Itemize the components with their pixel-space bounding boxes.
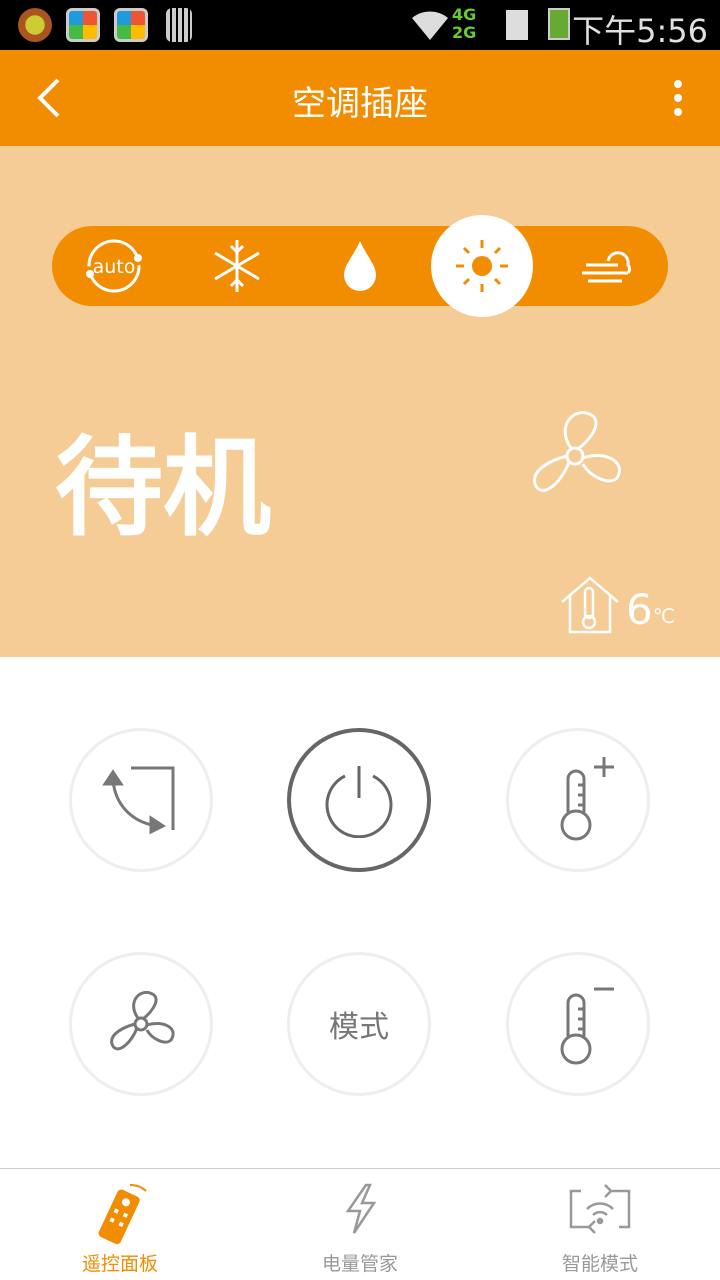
clock: 下午5:56 — [572, 12, 708, 50]
tab-smart-mode[interactable]: 智能模式 — [480, 1169, 720, 1280]
phone-app-icon — [18, 8, 52, 42]
smart-wifi-icon — [569, 1184, 631, 1234]
water-drop-icon — [344, 241, 376, 291]
battery-icon — [548, 8, 570, 40]
sim-icon — [506, 10, 528, 40]
network-label: 4G 2G — [452, 5, 477, 42]
swing-button[interactable] — [69, 728, 213, 872]
more-menu-icon[interactable] — [666, 76, 690, 120]
auto-label: auto — [93, 256, 136, 278]
lightning-icon — [345, 1183, 377, 1234]
tab-label: 智能模式 — [561, 1253, 638, 1275]
house-thermometer-icon — [561, 576, 619, 634]
app-store-icon — [114, 8, 148, 42]
tab-remote-panel[interactable]: 遥控面板 — [0, 1169, 240, 1280]
mode-dry[interactable] — [308, 226, 412, 306]
tab-label: 遥控面板 — [81, 1253, 158, 1275]
mode-fan[interactable] — [554, 226, 658, 306]
swing-icon — [102, 766, 175, 835]
thermometer-minus-icon — [560, 987, 614, 1065]
sun-icon — [456, 240, 508, 292]
status-panel: auto 待机 6 ℃ — [0, 146, 720, 657]
app-store-icon — [66, 8, 100, 42]
fan-speed-button[interactable] — [69, 952, 213, 1096]
app-header: 空调插座 — [0, 50, 720, 146]
tab-label: 电量管家 — [321, 1253, 398, 1275]
remote-control-icon — [98, 1184, 147, 1245]
mode-cool[interactable] — [185, 226, 289, 306]
ac-state: 待机 — [55, 426, 272, 551]
tab-power-manager[interactable]: 电量管家 — [240, 1169, 480, 1280]
status-bar: 4G 2G 下午5:56 — [0, 0, 720, 50]
mode-selector: auto — [52, 215, 668, 317]
indoor-temperature: 6 ℃ — [560, 576, 675, 634]
power-button[interactable] — [287, 728, 431, 872]
mode-heat[interactable] — [431, 215, 533, 317]
fan-icon — [110, 991, 175, 1051]
power-icon — [325, 766, 393, 838]
fan-icon — [533, 411, 621, 492]
mode-button[interactable]: 模式 — [287, 952, 431, 1096]
temp-unit: ℃ — [652, 604, 676, 628]
bottom-nav: 遥控面板 电量管家 智能模式 — [0, 1168, 720, 1280]
temp-up-button[interactable] — [506, 728, 650, 872]
page-title: 空调插座 — [292, 84, 428, 124]
thermometer-plus-icon — [560, 757, 614, 841]
mode-button-label: 模式 — [329, 1010, 389, 1045]
snowflake-icon — [214, 240, 260, 292]
wind-cloud-icon — [582, 251, 631, 283]
wifi-icon — [412, 11, 448, 40]
mode-auto[interactable]: auto — [62, 226, 166, 306]
temp-value: 6 — [626, 585, 653, 634]
temp-down-button[interactable] — [506, 952, 650, 1096]
barcode-icon — [166, 8, 192, 42]
